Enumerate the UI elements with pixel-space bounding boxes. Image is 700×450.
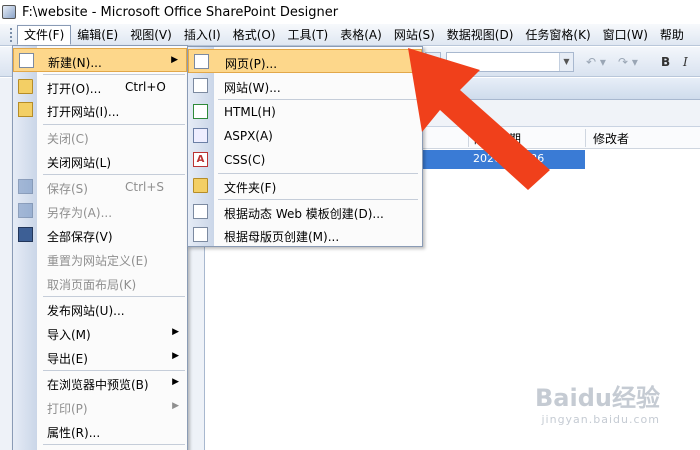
- title-bar: F:\website - Microsoft Office SharePoint…: [0, 0, 700, 24]
- menu-item-label: 在浏览器中预览(B): [47, 378, 149, 392]
- menu-item-publish-site[interactable]: 发布网站(U)...: [13, 297, 187, 321]
- dynamic-template-icon: [193, 204, 208, 219]
- new-page-icon: [19, 53, 34, 68]
- watermark-url: jingyan.baidu.com: [541, 413, 660, 426]
- red-arrow-annotation: [408, 48, 550, 190]
- menu-item-label: 关闭网站(L): [47, 156, 112, 170]
- menu-item-print[interactable]: 打印(P) ▶: [13, 395, 187, 419]
- menu-item-label: 根据动态 Web 模板创建(D)...: [224, 207, 384, 221]
- menu-item-label: HTML(H): [224, 105, 276, 119]
- menu-item-label: 根据母版页创建(M)...: [224, 230, 340, 244]
- menu-item-label: 文件夹(F): [224, 181, 277, 195]
- menu-item-close[interactable]: 关闭(C): [13, 125, 187, 149]
- menu-item-label: 重置为网站定义(E): [47, 254, 148, 268]
- menu-item-save-all[interactable]: 全部保存(V): [13, 223, 187, 247]
- submenu-item-css[interactable]: A CSS(C): [188, 148, 422, 172]
- sharepoint-designer-icon: [2, 5, 16, 19]
- column-separator[interactable]: [585, 129, 586, 147]
- folder-icon: [193, 178, 208, 193]
- menu-item-label: ASPX(A): [224, 129, 273, 143]
- menu-item-label: 网页(P)...: [225, 57, 278, 71]
- menu-item-new[interactable]: 新建(N)... ▶: [13, 48, 187, 72]
- menu-item-save-as[interactable]: 另存为(A)...: [13, 199, 187, 223]
- master-page-icon: [193, 227, 208, 242]
- menu-item-detach-layout[interactable]: 取消页面布局(K): [13, 271, 187, 295]
- menu-item-label: 另存为(A)...: [47, 206, 113, 220]
- file-menu: 新建(N)... ▶ 打开(O)... Ctrl+O 打开网站(I)... 关闭…: [12, 45, 188, 450]
- menu-item-label: 属性(R)...: [47, 426, 101, 440]
- menu-item-label: CSS(C): [224, 153, 266, 167]
- submenu-item-folder[interactable]: 文件夹(F): [188, 174, 422, 198]
- menu-separator: [43, 444, 185, 445]
- submenu-arrow-icon: ▶: [171, 55, 178, 65]
- submenu-arrow-icon: ▶: [172, 327, 179, 337]
- menu-item-label: 打印(P): [47, 402, 88, 416]
- menu-item-label: 导入(M): [47, 328, 91, 342]
- window-title: F:\website - Microsoft Office SharePoint…: [22, 4, 339, 20]
- undo-icon[interactable]: ↶ ▾: [586, 53, 606, 71]
- arrow-shape: [408, 48, 550, 190]
- menu-item-label: 取消页面布局(K): [47, 278, 137, 292]
- submenu-item-website[interactable]: 网站(W)...: [188, 74, 422, 98]
- css-file-icon: A: [193, 152, 208, 167]
- menu-item-save[interactable]: 保存(S) Ctrl+S: [13, 175, 187, 199]
- menu-insert[interactable]: 插入(I): [178, 25, 227, 45]
- column-modifier[interactable]: 修改者: [593, 130, 629, 147]
- menu-tools[interactable]: 工具(T): [282, 25, 335, 45]
- new-submenu: 网页(P)... 网站(W)... HTML(H) ASPX(A) A CSS(…: [187, 46, 423, 247]
- menu-item-label: 网站(W)...: [224, 81, 281, 95]
- watermark-logo: Baidu经验: [535, 384, 660, 412]
- redo-icon[interactable]: ↷ ▾: [618, 53, 638, 71]
- menu-help[interactable]: 帮助: [654, 25, 690, 45]
- menu-item-open-site[interactable]: 打开网站(I)...: [13, 98, 187, 122]
- menu-table[interactable]: 表格(A): [334, 25, 388, 45]
- submenu-arrow-icon: ▶: [172, 377, 179, 387]
- menu-item-label: 新建(N)...: [48, 56, 102, 70]
- menu-item-close-site[interactable]: 关闭网站(L): [13, 149, 187, 173]
- menu-item-label: 打开网站(I)...: [47, 105, 120, 119]
- submenu-item-webpage[interactable]: 网页(P)...: [188, 49, 422, 73]
- webpage-icon: [194, 54, 209, 69]
- menu-item-import[interactable]: 导入(M) ▶: [13, 321, 187, 345]
- save-icon: [18, 179, 33, 194]
- menu-view[interactable]: 视图(V): [124, 25, 178, 45]
- menu-item-label: 保存(S): [47, 182, 88, 196]
- save-all-icon: [18, 227, 33, 242]
- menu-item-shortcut: Ctrl+S: [125, 180, 165, 194]
- menu-item-shortcut: Ctrl+O: [125, 80, 166, 94]
- submenu-arrow-icon: ▶: [172, 351, 179, 361]
- menu-item-label: 打开(O)...: [47, 82, 102, 96]
- menu-window[interactable]: 窗口(W): [597, 25, 654, 45]
- menu-item-label: 关闭(C): [47, 132, 89, 146]
- open-folder-icon: [18, 79, 33, 94]
- menu-item-properties[interactable]: 属性(R)...: [13, 419, 187, 443]
- open-site-icon: [18, 102, 33, 117]
- menubar-grip[interactable]: [10, 27, 13, 42]
- menu-item-preview-browser[interactable]: 在浏览器中预览(B) ▶: [13, 371, 187, 395]
- menu-bar: 文件(F) 编辑(E) 视图(V) 插入(I) 格式(O) 工具(T) 表格(A…: [0, 24, 700, 46]
- bold-button[interactable]: B: [661, 53, 670, 71]
- menu-item-export[interactable]: 导出(E) ▶: [13, 345, 187, 369]
- submenu-item-from-master[interactable]: 根据母版页创建(M)...: [188, 223, 422, 247]
- menu-format[interactable]: 格式(O): [227, 25, 282, 45]
- save-as-icon: [18, 203, 33, 218]
- website-icon: [193, 78, 208, 93]
- menu-item-reset-site-def[interactable]: 重置为网站定义(E): [13, 247, 187, 271]
- html-file-icon: [193, 104, 208, 119]
- menu-item-label: 发布网站(U)...: [47, 304, 125, 318]
- menu-item-open[interactable]: 打开(O)... Ctrl+O: [13, 75, 187, 99]
- watermark: Baidu经验 jingyan.baidu.com: [535, 378, 660, 426]
- submenu-item-from-dwt[interactable]: 根据动态 Web 模板创建(D)...: [188, 200, 422, 224]
- menu-item-label: 全部保存(V): [47, 230, 113, 244]
- menu-file[interactable]: 文件(F): [17, 24, 72, 45]
- italic-button[interactable]: I: [683, 53, 688, 71]
- submenu-item-html[interactable]: HTML(H): [188, 100, 422, 124]
- submenu-arrow-icon: ▶: [172, 401, 179, 411]
- submenu-item-aspx[interactable]: ASPX(A): [188, 124, 422, 148]
- menu-edit[interactable]: 编辑(E): [71, 25, 124, 45]
- aspx-file-icon: [193, 128, 208, 143]
- menu-item-label: 导出(E): [47, 352, 88, 366]
